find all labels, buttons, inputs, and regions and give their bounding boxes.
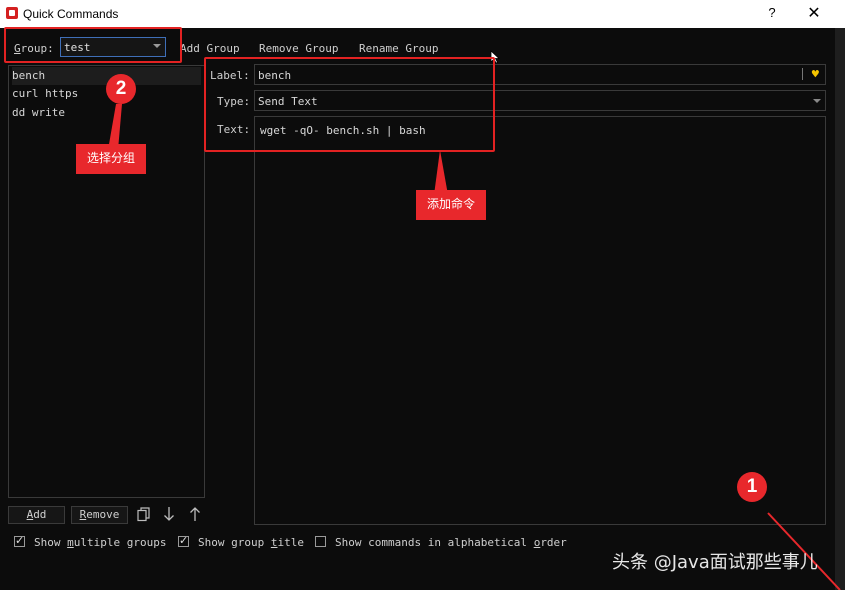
callout-pointer [434,150,448,195]
show-multiple-groups-label: Show multiple groups [34,536,167,549]
command-highlight-box [204,57,495,152]
arrow-up-icon[interactable] [189,506,201,522]
step-badge-1: 1 [737,472,767,502]
help-button[interactable]: ? [762,5,782,23]
show-multiple-groups-checkbox[interactable] [14,534,25,547]
heart-icon[interactable]: ♥ [812,67,819,81]
show-group-title-checkbox[interactable] [178,534,189,547]
add-command-annotation: 添加命令 [416,190,486,220]
remove-button[interactable]: Remove [71,506,128,524]
alphabetical-order-label: Show commands in alphabetical order [335,536,567,549]
title-bar: Quick Commands ? ✕ [0,0,845,28]
rename-group-button[interactable]: Rename Group [359,42,438,55]
watermark: 头条 @Java面试那些事儿 [612,552,818,573]
remove-group-button[interactable]: Remove Group [259,42,338,55]
favorite-separator [802,68,803,80]
select-group-annotation: 选择分组 [76,144,146,174]
add-group-button[interactable]: Add Group [180,42,240,55]
text-area[interactable]: wget -qO- bench.sh | bash [254,116,826,525]
add-button[interactable]: Add [8,506,65,524]
window-title: Quick Commands [23,7,119,21]
group-highlight-box [4,27,182,63]
arrow-down-icon[interactable] [163,506,175,522]
show-group-title-label: Show group title [198,536,304,549]
duplicate-icon[interactable] [137,507,150,522]
close-button[interactable]: ✕ [800,3,828,25]
callout-pointer [108,104,122,150]
alphabetical-order-checkbox[interactable] [315,536,326,547]
chevron-down-icon [813,99,821,103]
app-icon [6,7,18,19]
